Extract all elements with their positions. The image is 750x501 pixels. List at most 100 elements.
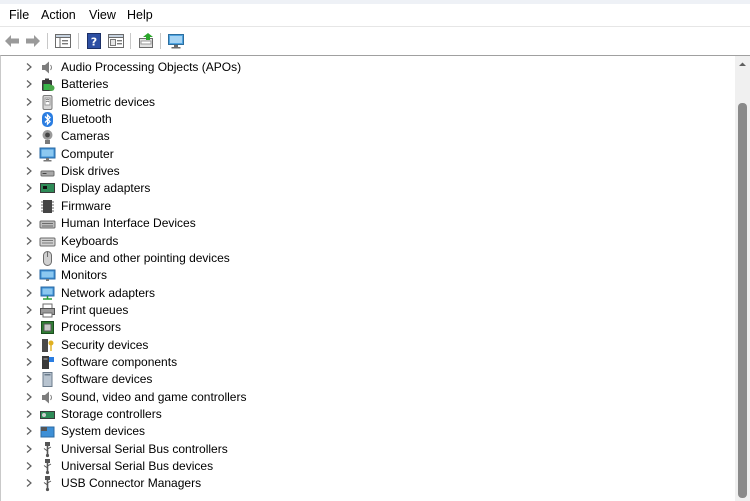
chevron-right-icon[interactable] [24, 374, 34, 384]
tree-item[interactable]: Audio Processing Objects (APOs) [1, 59, 731, 76]
toolbar: ? [0, 26, 750, 55]
chevron-right-icon[interactable] [24, 478, 34, 488]
chevron-right-icon[interactable] [24, 236, 34, 246]
chevron-right-icon[interactable] [24, 201, 34, 211]
software-device-icon [42, 372, 53, 388]
tree-item-label: System devices [61, 424, 146, 439]
tree-item-label: Universal Serial Bus devices [61, 459, 214, 474]
mouse-icon [43, 250, 52, 266]
chevron-right-icon[interactable] [24, 461, 34, 471]
usb-icon [43, 476, 52, 492]
chevron-right-icon[interactable] [24, 322, 34, 332]
tree-item[interactable]: Sound, video and game controllers [1, 389, 731, 406]
tree-item[interactable]: Print queues [1, 302, 731, 319]
tree-item[interactable]: USB Connector Managers [1, 475, 731, 492]
console-tree-icon[interactable] [54, 32, 72, 50]
update-driver-icon[interactable] [137, 32, 155, 50]
chevron-right-icon[interactable] [24, 288, 34, 298]
tree-item-label: Network adapters [61, 285, 156, 300]
hid-icon [39, 220, 56, 229]
network-adapter-icon [40, 286, 55, 300]
chevron-right-icon[interactable] [24, 270, 34, 280]
system-devices-icon [40, 426, 55, 438]
tree-item-label: Universal Serial Bus controllers [61, 441, 228, 456]
toolbar-separator [47, 33, 48, 49]
chevron-right-icon[interactable] [24, 392, 34, 402]
chevron-right-icon[interactable] [24, 305, 34, 315]
help-icon[interactable]: ? [85, 32, 103, 50]
scroll-up-icon[interactable] [738, 60, 747, 69]
back-arrow-icon[interactable] [3, 32, 21, 50]
chevron-right-icon[interactable] [24, 114, 34, 124]
chevron-right-icon[interactable] [24, 79, 34, 89]
tree-item[interactable]: Bluetooth [1, 111, 731, 128]
chevron-right-icon[interactable] [24, 131, 34, 141]
tree-item[interactable]: Network adapters [1, 285, 731, 302]
chevron-right-icon[interactable] [24, 149, 34, 159]
display-adapter-icon [40, 183, 55, 194]
chevron-right-icon[interactable] [24, 357, 34, 367]
tree-item[interactable]: Computer [1, 146, 731, 163]
speaker-icon [42, 61, 52, 74]
tree-item[interactable]: Software components [1, 354, 731, 371]
tree-item-label: Software components [61, 354, 178, 369]
tree-item-label: USB Connector Managers [61, 476, 202, 491]
tree-item[interactable]: Batteries [1, 76, 731, 93]
chevron-right-icon[interactable] [24, 62, 34, 72]
tree-item-label: Batteries [61, 77, 109, 92]
bluetooth-icon [42, 112, 53, 128]
tree-item[interactable]: Cameras [1, 128, 731, 145]
tree-item[interactable]: Monitors [1, 267, 731, 284]
usb-icon [43, 441, 52, 457]
chevron-right-icon[interactable] [24, 253, 34, 263]
tree-item[interactable]: Universal Serial Bus controllers [1, 441, 731, 458]
properties-icon[interactable] [107, 32, 125, 50]
tree-item[interactable]: Firmware [1, 198, 731, 215]
tree-item[interactable]: Software devices [1, 371, 731, 388]
chevron-right-icon[interactable] [24, 218, 34, 228]
chevron-right-icon[interactable] [24, 340, 34, 350]
tree-item-label: Keyboards [61, 233, 119, 248]
computer-icon [39, 147, 56, 162]
menu-action[interactable]: Action [41, 8, 76, 22]
menu-bar: File Action View Help [0, 4, 750, 26]
chevron-right-icon[interactable] [24, 97, 34, 107]
device-tree[interactable]: Audio Processing Objects (APOs) Batteries… [0, 55, 750, 501]
tree-item-label: Biometric devices [61, 94, 156, 109]
scrollbar-thumb[interactable] [738, 103, 747, 498]
tree-item[interactable]: Keyboards [1, 233, 731, 250]
tree-item[interactable]: Mice and other pointing devices [1, 250, 731, 267]
tree-item-label: Disk drives [61, 164, 120, 179]
tree-item-label: Monitors [61, 268, 108, 283]
menu-file[interactable]: File [9, 8, 29, 22]
chevron-right-icon[interactable] [24, 426, 34, 436]
monitor-icon [39, 269, 56, 282]
tree-item[interactable]: Display adapters [1, 180, 731, 197]
svg-text:?: ? [91, 36, 97, 49]
tree-item-label: Human Interface Devices [61, 216, 196, 231]
tree-item[interactable]: System devices [1, 423, 731, 440]
tree-item[interactable]: Universal Serial Bus devices [1, 458, 731, 475]
chevron-right-icon[interactable] [24, 183, 34, 193]
tree-item[interactable]: Disk drives [1, 163, 731, 180]
tree-item[interactable]: Security devices [1, 337, 731, 354]
tree-item-label: Firmware [61, 198, 111, 213]
menu-help[interactable]: Help [127, 8, 153, 22]
menu-view[interactable]: View [89, 8, 116, 22]
tree-item[interactable]: Human Interface Devices [1, 215, 731, 232]
tree-item-label: Software devices [61, 372, 153, 387]
tree-item[interactable]: Processors [1, 319, 731, 336]
chevron-right-icon[interactable] [24, 444, 34, 454]
storage-controller-icon [40, 411, 55, 419]
tree-item-label: Cameras [61, 129, 110, 144]
tree-item[interactable]: Biometric devices [1, 94, 731, 111]
tree-item-label: Audio Processing Objects (APOs) [61, 60, 242, 74]
vertical-scrollbar[interactable] [735, 56, 750, 501]
chevron-right-icon[interactable] [24, 409, 34, 419]
forward-arrow-icon[interactable] [24, 32, 42, 50]
firmware-icon [41, 199, 54, 213]
scan-hardware-icon[interactable] [167, 32, 185, 50]
tree-item[interactable]: Storage controllers [1, 406, 731, 423]
chevron-right-icon[interactable] [24, 166, 34, 176]
tree-item-label: Display adapters [61, 181, 151, 196]
